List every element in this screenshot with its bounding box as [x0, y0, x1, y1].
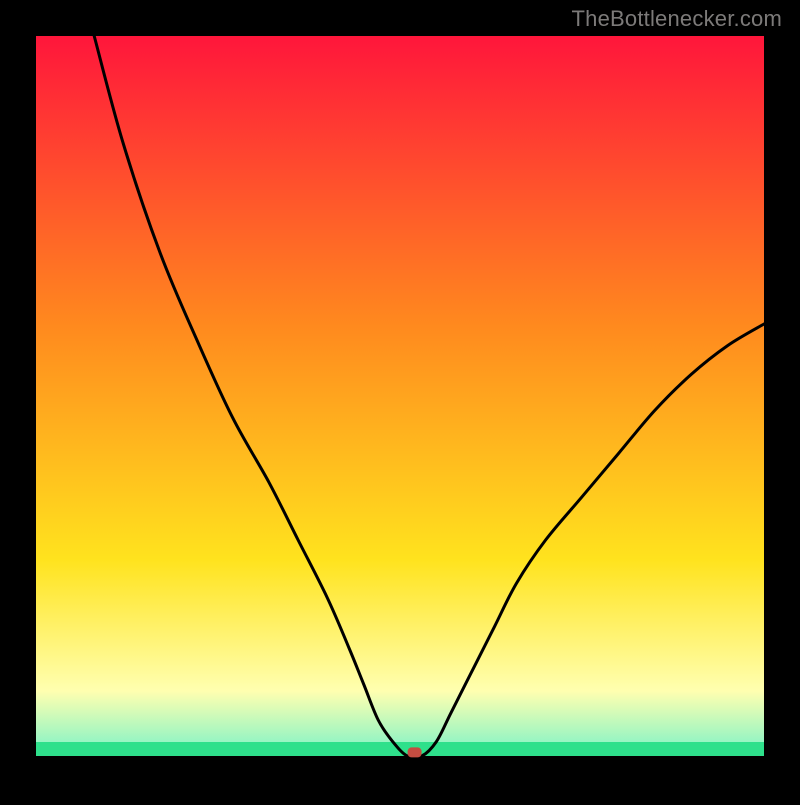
watermark-text: TheBottlenecker.com	[572, 6, 782, 32]
plot-background	[36, 36, 764, 764]
bottleneck-chart	[0, 0, 800, 800]
bottom-axis	[36, 756, 764, 764]
minimum-marker	[408, 747, 422, 757]
chart-frame: TheBottlenecker.com	[0, 0, 800, 800]
